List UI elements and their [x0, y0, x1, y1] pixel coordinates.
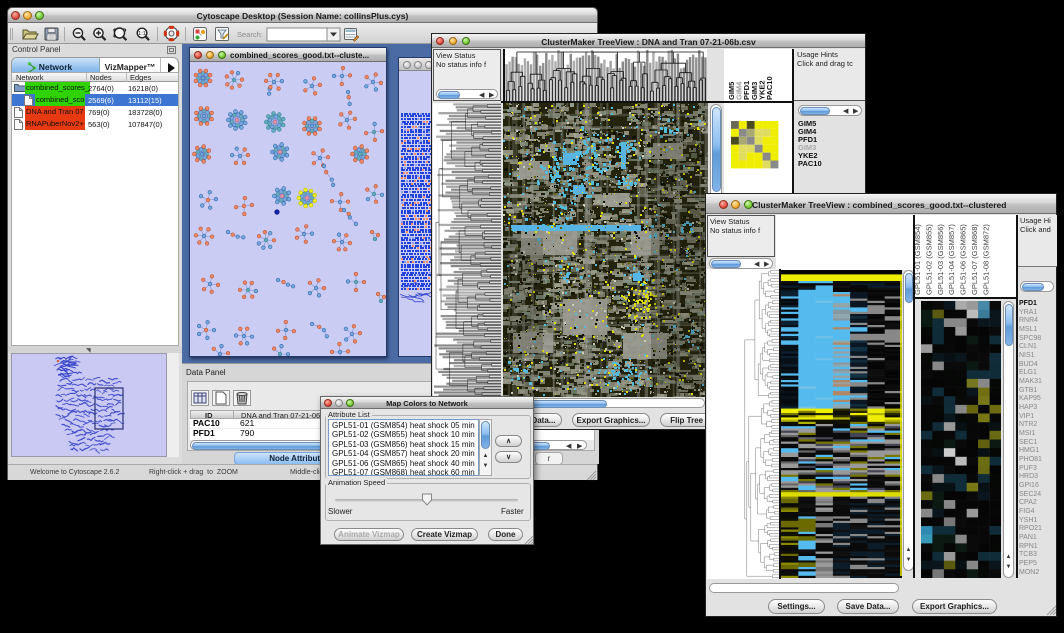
- svg-text:Search:: Search:: [237, 30, 263, 39]
- svg-text:1:1: 1:1: [138, 31, 146, 37]
